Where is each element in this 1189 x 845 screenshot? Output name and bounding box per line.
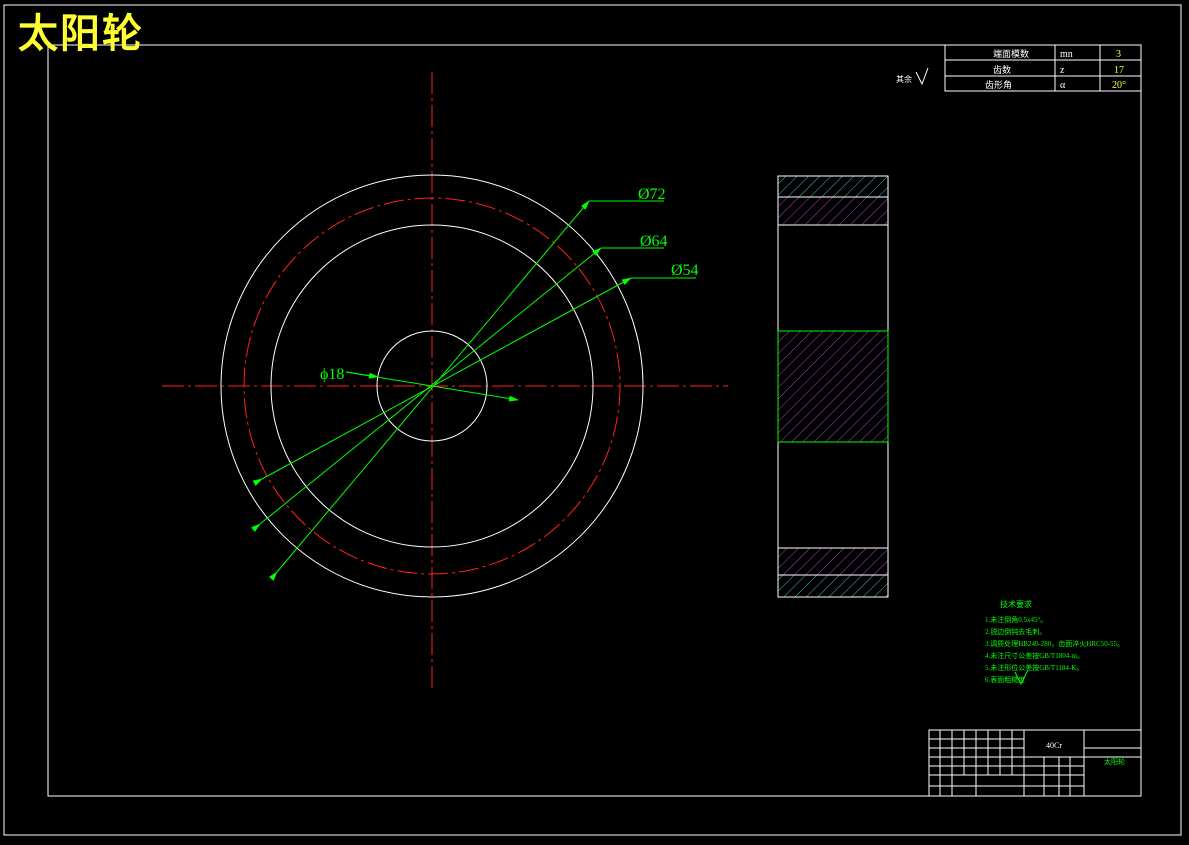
title-block-name: 太阳轮 <box>1104 757 1125 766</box>
tech-item: 2.锐边倒钝去毛刺。 <box>985 627 1046 636</box>
param-val-0: 3 <box>1116 49 1121 60</box>
dim-d54: Ø54 <box>671 262 699 279</box>
inner-frame <box>47 44 1142 797</box>
dim-d18: ϕ18 <box>320 366 344 383</box>
param-sym-0: mn <box>1060 49 1073 60</box>
dim-d64: Ø64 <box>640 233 668 250</box>
parameter-table: 端面模数 齿数 齿形角 mn z α 3 17 20° <box>944 44 1142 92</box>
param-name-1: 齿数 <box>993 64 1011 75</box>
tech-item: 4.未注尺寸公差按GB/T1804-m。 <box>985 651 1084 660</box>
cad-canvas: 端面模数 齿数 齿形角 mn z α 3 17 20° 其余 Ø72 Ø64 Ø… <box>3 4 1182 836</box>
drawing-sheet: 太阳轮 端面模数 齿数 齿形角 mn z α 3 17 20° 其余 Ø72 Ø… <box>0 0 1189 841</box>
tech-requirements: 技术要求 1.未注倒角0.5x45°。 2.锐边倒钝去毛刺。 3.调质处理HB2… <box>985 599 1124 686</box>
drawing-title: 太阳轮 <box>18 10 144 57</box>
tech-item: 5.未注形位公差按GB/T1184-K。 <box>985 663 1083 672</box>
param-name-2: 齿形角 <box>985 79 1012 90</box>
surface-note: 其余 <box>896 67 929 86</box>
gear-side-view <box>777 175 889 598</box>
param-val-1: 17 <box>1114 65 1124 76</box>
outer-frame <box>3 4 1182 836</box>
title-block-material: 40Cr <box>1046 741 1062 750</box>
param-val-2: 20° <box>1112 80 1126 91</box>
param-sym-2: α <box>1060 80 1066 91</box>
param-sym-1: z <box>1060 65 1065 76</box>
svg-text:其余: 其余 <box>896 74 912 84</box>
tech-item: 1.未注倒角0.5x45°。 <box>985 615 1047 624</box>
tech-title: 技术要求 <box>1000 599 1032 609</box>
dim-d72: Ø72 <box>638 186 666 203</box>
tech-item: 3.调质处理HB240-280，齿面淬火HRC50-55。 <box>985 639 1124 648</box>
param-name-0: 端面模数 <box>993 48 1029 59</box>
